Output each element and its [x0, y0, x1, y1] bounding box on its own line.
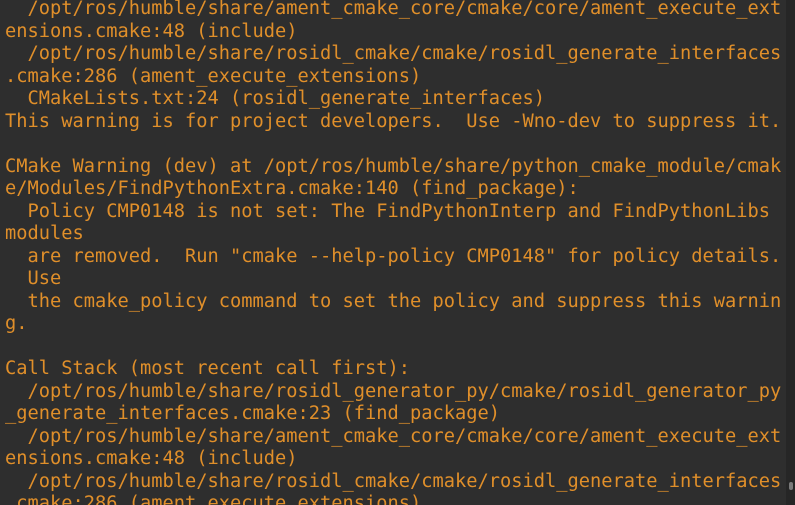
terminal-line: CMake Warning (dev) at /opt/ros/humble/s… [5, 155, 782, 177]
terminal-line: ensions.cmake:48 (include) [5, 20, 298, 42]
terminal-scrollbar[interactable] [786, 0, 795, 505]
terminal-line: .cmake:286 (ament_execute_extensions) [5, 65, 422, 87]
terminal-line: Policy CMP0148 is not set: The FindPytho… [5, 200, 771, 222]
terminal-line: /opt/ros/humble/share/rosidl_cmake/cmake… [5, 43, 782, 64]
terminal-line: /opt/ros/humble/share/rosidl_cmake/cmake… [5, 470, 782, 492]
terminal-text: /opt/ros/humble/share/ament_cmake_core/c… [5, 0, 781, 505]
terminal-line: /opt/ros/humble/share/rosidl_generator_p… [5, 380, 782, 402]
terminal-line: /opt/ros/humble/share/ament_cmake_core/c… [5, 0, 782, 19]
terminal-line: Use [5, 268, 62, 289]
terminal-line: the cmake_policy command to set the poli… [5, 290, 782, 312]
terminal-line: .cmake:286 (ament_execute_extensions) [5, 493, 422, 505]
scrollbar-thumb[interactable] [789, 482, 793, 490]
terminal-line: /opt/ros/humble/share/ament_cmake_core/c… [5, 425, 782, 447]
terminal-line: e/Modules/FindPythonExtra.cmake:140 (fin… [5, 178, 579, 199]
terminal-output[interactable]: /opt/ros/humble/share/ament_cmake_core/c… [0, 0, 786, 505]
terminal-line: ensions.cmake:48 (include) [5, 448, 298, 469]
terminal-line: This warning is for project developers. … [5, 110, 782, 132]
terminal-line: are removed. Run "cmake --help-policy CM… [5, 245, 782, 267]
terminal-line: g. [5, 313, 28, 334]
terminal-line: modules [5, 223, 84, 244]
terminal-line: Call Stack (most recent call first): [5, 358, 411, 379]
terminal-line: CMakeLists.txt:24 (rosidl_generate_inter… [5, 88, 546, 109]
terminal-line: _generate_interfaces.cmake:23 (find_pack… [5, 403, 501, 424]
